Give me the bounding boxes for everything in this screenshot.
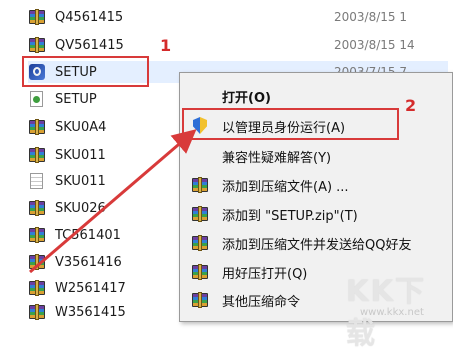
watermark-url: www.kkx.net xyxy=(360,307,424,318)
arrow-line xyxy=(29,129,197,274)
